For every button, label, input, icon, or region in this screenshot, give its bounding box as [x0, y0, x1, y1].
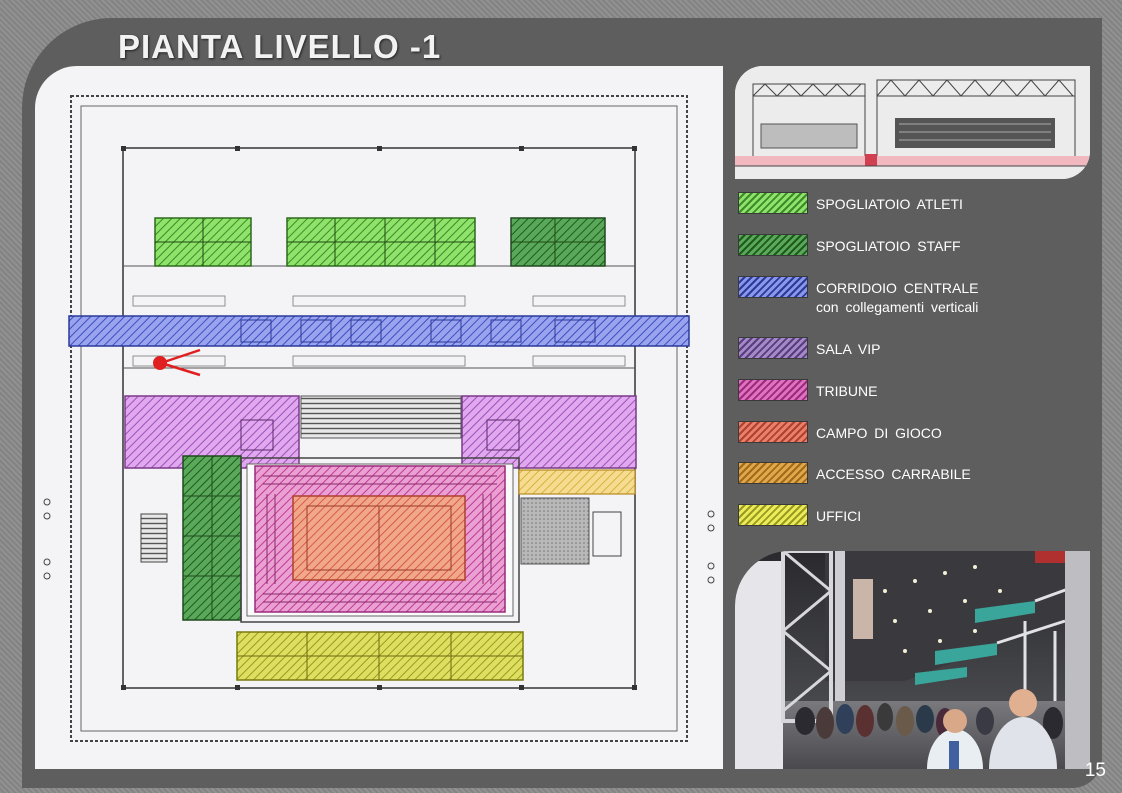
legend-swatch: [738, 337, 808, 359]
legend-label: CORRIDOIO CENTRALE: [816, 280, 979, 296]
page-number: 15: [1084, 760, 1106, 781]
legend-swatch: [738, 504, 808, 526]
legend-label: TRIBUNE: [816, 383, 878, 399]
legend-swatch: [738, 276, 808, 298]
legend-label: SALA VIP: [816, 341, 881, 357]
legend-label: UFFICI: [816, 508, 862, 524]
legend-swatch: [738, 192, 808, 214]
legend-label: SPOGLIATOIO STAFF: [816, 238, 961, 254]
legend-swatch: [738, 379, 808, 401]
legend-swatch: [738, 421, 808, 443]
legend-label: ACCESSO CARRABILE: [816, 466, 971, 482]
arena-photo: [735, 551, 1090, 769]
floor-plan-drawing: [43, 95, 715, 742]
legend-sublabel: con collegamenti verticali: [816, 299, 979, 315]
legend-label: SPOGLIATOIO ATLETI: [816, 196, 963, 212]
location-marker-icon: [153, 348, 201, 377]
floor-plan: [35, 66, 723, 769]
page-title: PIANTA LIVELLO -1: [118, 28, 442, 65]
legend-swatch: [738, 234, 808, 256]
legend-swatch: [738, 462, 808, 484]
legend-label: CAMPO DI GIOCO: [816, 425, 942, 441]
section-drawing: [735, 66, 1090, 179]
